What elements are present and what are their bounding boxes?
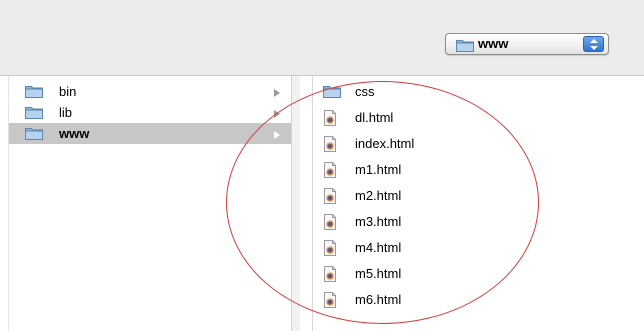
item-label: m2.html: [355, 188, 402, 203]
html-file-icon: [323, 136, 337, 155]
html-file-icon: [323, 214, 337, 233]
disclosure-arrow-icon: [273, 86, 281, 101]
folder-icon: [323, 84, 341, 101]
path-popup-label: www: [478, 36, 509, 51]
item-label: lib: [59, 105, 73, 120]
html-file-icon: [323, 162, 337, 181]
folder-row[interactable]: lib: [9, 102, 291, 123]
column-resize-strip[interactable]: [291, 76, 300, 331]
disclosure-arrow-icon: [273, 128, 281, 143]
folder-icon: [456, 38, 474, 55]
html-file-icon: [323, 292, 337, 311]
html-file-icon: [323, 240, 337, 259]
html-file-icon: [323, 110, 337, 129]
file-row[interactable]: m5.html: [313, 263, 644, 284]
folder-row[interactable]: www: [9, 123, 291, 144]
file-row[interactable]: m6.html: [313, 289, 644, 310]
item-label: index.html: [355, 136, 415, 151]
folder-icon: [25, 126, 43, 143]
toolbar: www: [0, 0, 644, 76]
item-label: css: [355, 84, 375, 99]
html-file-icon: [323, 266, 337, 285]
html-file-icon: [323, 188, 337, 207]
column-browser: bin lib www css dl.html index.html m1.html m2.…: [0, 76, 644, 331]
file-row[interactable]: m2.html: [313, 185, 644, 206]
item-label: dl.html: [355, 110, 394, 125]
folder-icon: [25, 84, 43, 101]
file-row[interactable]: css: [313, 81, 644, 102]
column-contents[interactable]: css dl.html index.html m1.html m2.html m3.htm…: [312, 76, 644, 331]
item-label: m5.html: [355, 266, 402, 281]
item-label: m6.html: [355, 292, 402, 307]
folder-row[interactable]: bin: [9, 81, 291, 102]
item-label: www: [59, 126, 90, 141]
item-label: m1.html: [355, 162, 402, 177]
popup-stepper-icon: [583, 36, 604, 52]
item-label: m4.html: [355, 240, 402, 255]
item-label: m3.html: [355, 214, 402, 229]
file-row[interactable]: m1.html: [313, 159, 644, 180]
item-label: bin: [59, 84, 77, 99]
file-row[interactable]: m4.html: [313, 237, 644, 258]
path-popup-button[interactable]: www: [445, 33, 609, 55]
disclosure-arrow-icon: [273, 107, 281, 122]
column-parent[interactable]: bin lib www: [0, 76, 300, 331]
file-row[interactable]: m3.html: [313, 211, 644, 232]
file-row[interactable]: dl.html: [313, 107, 644, 128]
file-row[interactable]: index.html: [313, 133, 644, 154]
folder-icon: [25, 105, 43, 122]
